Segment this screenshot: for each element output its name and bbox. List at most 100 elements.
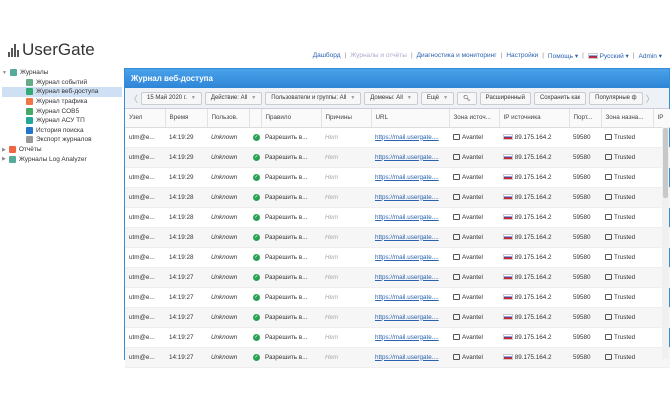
zone-icon [605, 213, 612, 220]
russia-flag-icon [503, 293, 513, 300]
nav-link[interactable]: Диагностика и мониторинг [417, 52, 497, 60]
url-link[interactable]: https://mail.usergate.... [375, 314, 439, 321]
table-row[interactable]: utm@e... 14:19:27 Unknown ✓ Разрешить в... Не… [125, 307, 670, 328]
tree-item[interactable]: Журнал событий [2, 78, 122, 88]
column-header[interactable]: IP [653, 109, 670, 128]
table-row[interactable]: utm@e... 14:19:29 Unknown ✓ Разрешить в... Не… [125, 167, 670, 188]
save-as-button[interactable]: Сохранить как [533, 91, 587, 105]
url-link[interactable]: https://mail.usergate.... [375, 154, 439, 161]
table-row[interactable]: utm@e... 14:19:27 Unknown ✓ Разрешить в... Не… [125, 327, 670, 348]
tree-item[interactable]: Журнал АСУ ТП [2, 116, 122, 126]
tree-item[interactable]: История поиска [2, 126, 122, 136]
status-cell: ✓ [249, 267, 261, 288]
user-cell-text: Unknown [211, 253, 238, 261]
column-header[interactable]: URL [371, 109, 450, 128]
url-cell[interactable]: https://mail.usergate.... [371, 127, 449, 148]
column-header[interactable] [249, 109, 262, 128]
url-cell[interactable]: https://mail.usergate.... [371, 347, 449, 368]
url-cell[interactable]: https://mail.usergate.... [371, 227, 449, 248]
node-cell: utm@e... [125, 347, 165, 368]
url-link[interactable]: https://mail.usergate.... [375, 234, 439, 241]
url-link[interactable]: https://mail.usergate.... [375, 134, 439, 141]
dst-zone-cell: Trusted [601, 207, 653, 228]
rule-cell-text: Разрешить в... [265, 273, 308, 281]
tree-item[interactable]: Экспорт журналов [2, 135, 122, 145]
url-link[interactable]: https://mail.usergate.... [375, 194, 439, 201]
user-cell-text: Unknown [211, 333, 238, 341]
column-header[interactable]: Узел [125, 109, 166, 128]
url-cell[interactable]: https://mail.usergate.... [371, 247, 449, 268]
sidebar-tree: ▼ Журналы Журнал событий Журнал веб-доступа… [2, 68, 122, 164]
scroll-right-icon[interactable]: 〉 [646, 92, 655, 105]
users-filter[interactable]: Пользователи и группы: All ▼ [265, 91, 362, 105]
domains-filter[interactable]: Домены: All ▼ [364, 91, 418, 105]
scroll-left-icon[interactable]: 〈 [129, 92, 138, 105]
column-header[interactable]: Зона назна... [601, 109, 654, 128]
action-filter[interactable]: Действие: All ▼ [204, 91, 263, 105]
column-header[interactable]: Зона источ... [449, 109, 500, 128]
url-cell[interactable]: https://mail.usergate.... [371, 147, 449, 168]
scrollbar-thumb[interactable] [663, 128, 668, 198]
url-link[interactable]: https://mail.usergate.... [375, 334, 439, 341]
port-cell: 59580 [569, 267, 601, 288]
node-cell: utm@e... [125, 207, 165, 228]
port-cell: 59580 [569, 227, 601, 248]
table-row[interactable]: utm@e... 14:19:28 Unknown ✓ Разрешить в... Не… [125, 247, 670, 268]
chevron-down-icon: ▼ [251, 95, 257, 101]
url-cell[interactable]: https://mail.usergate.... [371, 167, 449, 188]
expand-right-icon[interactable]: ▶ [2, 156, 6, 162]
nav-link[interactable]: Помощь ▾ [548, 52, 578, 60]
table-row[interactable]: utm@e... 14:19:28 Unknown ✓ Разрешить в... Не… [125, 187, 670, 208]
table-row[interactable]: utm@e... 14:19:27 Unknown ✓ Разрешить в... Не… [125, 347, 670, 368]
table-row[interactable]: utm@e... 14:19:29 Unknown ✓ Разрешить в... Не… [125, 147, 670, 168]
reason-cell: Нет [321, 207, 371, 228]
column-header[interactable]: Пользов. [207, 109, 250, 128]
url-cell[interactable]: https://mail.usergate.... [371, 327, 449, 348]
advanced-button[interactable]: Расширенный [479, 91, 531, 105]
nav-link[interactable]: Русский ▾ [587, 52, 629, 60]
nav-link[interactable]: Admin ▾ [639, 52, 663, 60]
tree-item[interactable]: ▼ Журналы [2, 68, 122, 78]
table-row[interactable]: utm@e... 14:19:27 Unknown ✓ Разрешить в... Не… [125, 287, 670, 308]
node-cell-text: utm@e... [129, 213, 155, 221]
tree-item[interactable]: ▶ Отчёты [2, 145, 122, 155]
column-header[interactable]: Время [165, 109, 208, 128]
url-link[interactable]: https://mail.usergate.... [375, 274, 439, 281]
column-header[interactable]: Правило [261, 109, 322, 128]
column-header[interactable]: IP источника [499, 109, 570, 128]
popular-filters-button[interactable]: Популярные ф [589, 91, 643, 105]
tree-item[interactable]: ▶ Журналы Log Analyzer [2, 154, 122, 164]
nav-link[interactable]: Настройки [506, 52, 538, 60]
table-row[interactable]: utm@e... 14:19:28 Unknown ✓ Разрешить в... Не… [125, 227, 670, 248]
url-cell[interactable]: https://mail.usergate.... [371, 267, 449, 288]
dst-zone-text: Trusted [614, 313, 636, 321]
search-button[interactable]: 🔍︎ [457, 91, 477, 105]
column-header[interactable]: Причины [321, 109, 372, 128]
src-zone-cell: Avantel [449, 207, 499, 228]
column-header[interactable]: Порт... [569, 109, 602, 128]
url-cell[interactable]: https://mail.usergate.... [371, 287, 449, 308]
dst-zone-text: Trusted [614, 293, 636, 301]
nav-link[interactable]: Журналы и отчёты [350, 52, 407, 60]
url-link[interactable]: https://mail.usergate.... [375, 174, 439, 181]
url-link[interactable]: https://mail.usergate.... [375, 294, 439, 301]
url-cell[interactable]: https://mail.usergate.... [371, 307, 449, 328]
more-filter[interactable]: Ещё ▼ [420, 91, 455, 105]
url-link[interactable]: https://mail.usergate.... [375, 214, 439, 221]
nav-link[interactable]: Дашборд [313, 52, 341, 60]
table-row[interactable]: utm@e... 14:19:29 Unknown ✓ Разрешить в... Не… [125, 127, 670, 148]
date-filter[interactable]: 15 Май 2020 г. ▼ [141, 91, 202, 105]
url-link[interactable]: https://mail.usergate.... [375, 354, 439, 361]
tree-item[interactable]: Журнал трафика [2, 97, 122, 107]
time-cell: 14:19:29 [165, 147, 207, 168]
vertical-scrollbar[interactable] [662, 127, 669, 359]
expand-right-icon[interactable]: ▶ [2, 147, 6, 153]
url-cell[interactable]: https://mail.usergate.... [371, 207, 449, 228]
tree-item[interactable]: Журнал СОВ5 [2, 106, 122, 116]
table-row[interactable]: utm@e... 14:19:28 Unknown ✓ Разрешить в... Не… [125, 207, 670, 228]
table-row[interactable]: utm@e... 14:19:27 Unknown ✓ Разрешить в... Не… [125, 267, 670, 288]
expand-down-icon[interactable]: ▼ [2, 70, 7, 76]
url-link[interactable]: https://mail.usergate.... [375, 254, 439, 261]
url-cell[interactable]: https://mail.usergate.... [371, 187, 449, 208]
tree-item[interactable]: Журнал веб-доступа [2, 87, 122, 97]
